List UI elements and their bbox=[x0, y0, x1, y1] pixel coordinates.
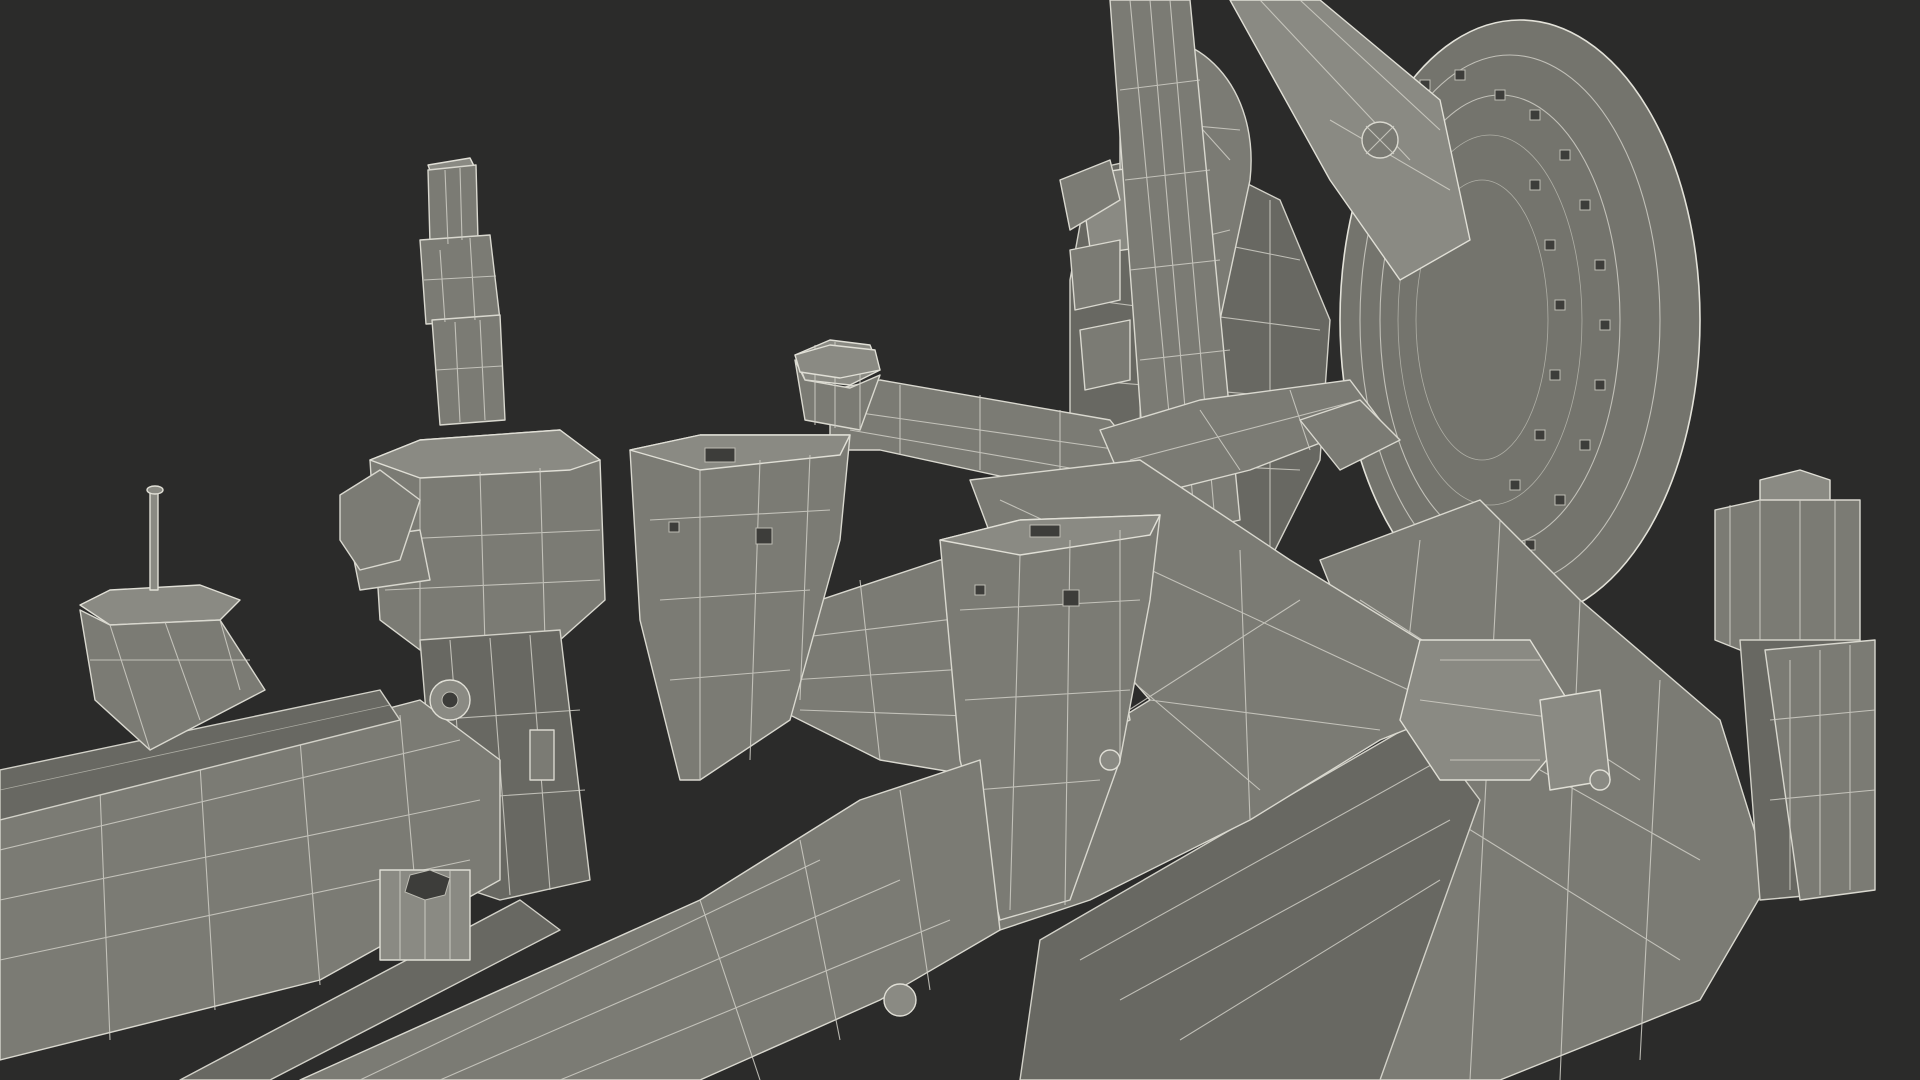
suspension-wireframe-render bbox=[0, 0, 1876, 1080]
render-viewport bbox=[0, 0, 1920, 1080]
front-left-mount bbox=[79, 485, 266, 751]
